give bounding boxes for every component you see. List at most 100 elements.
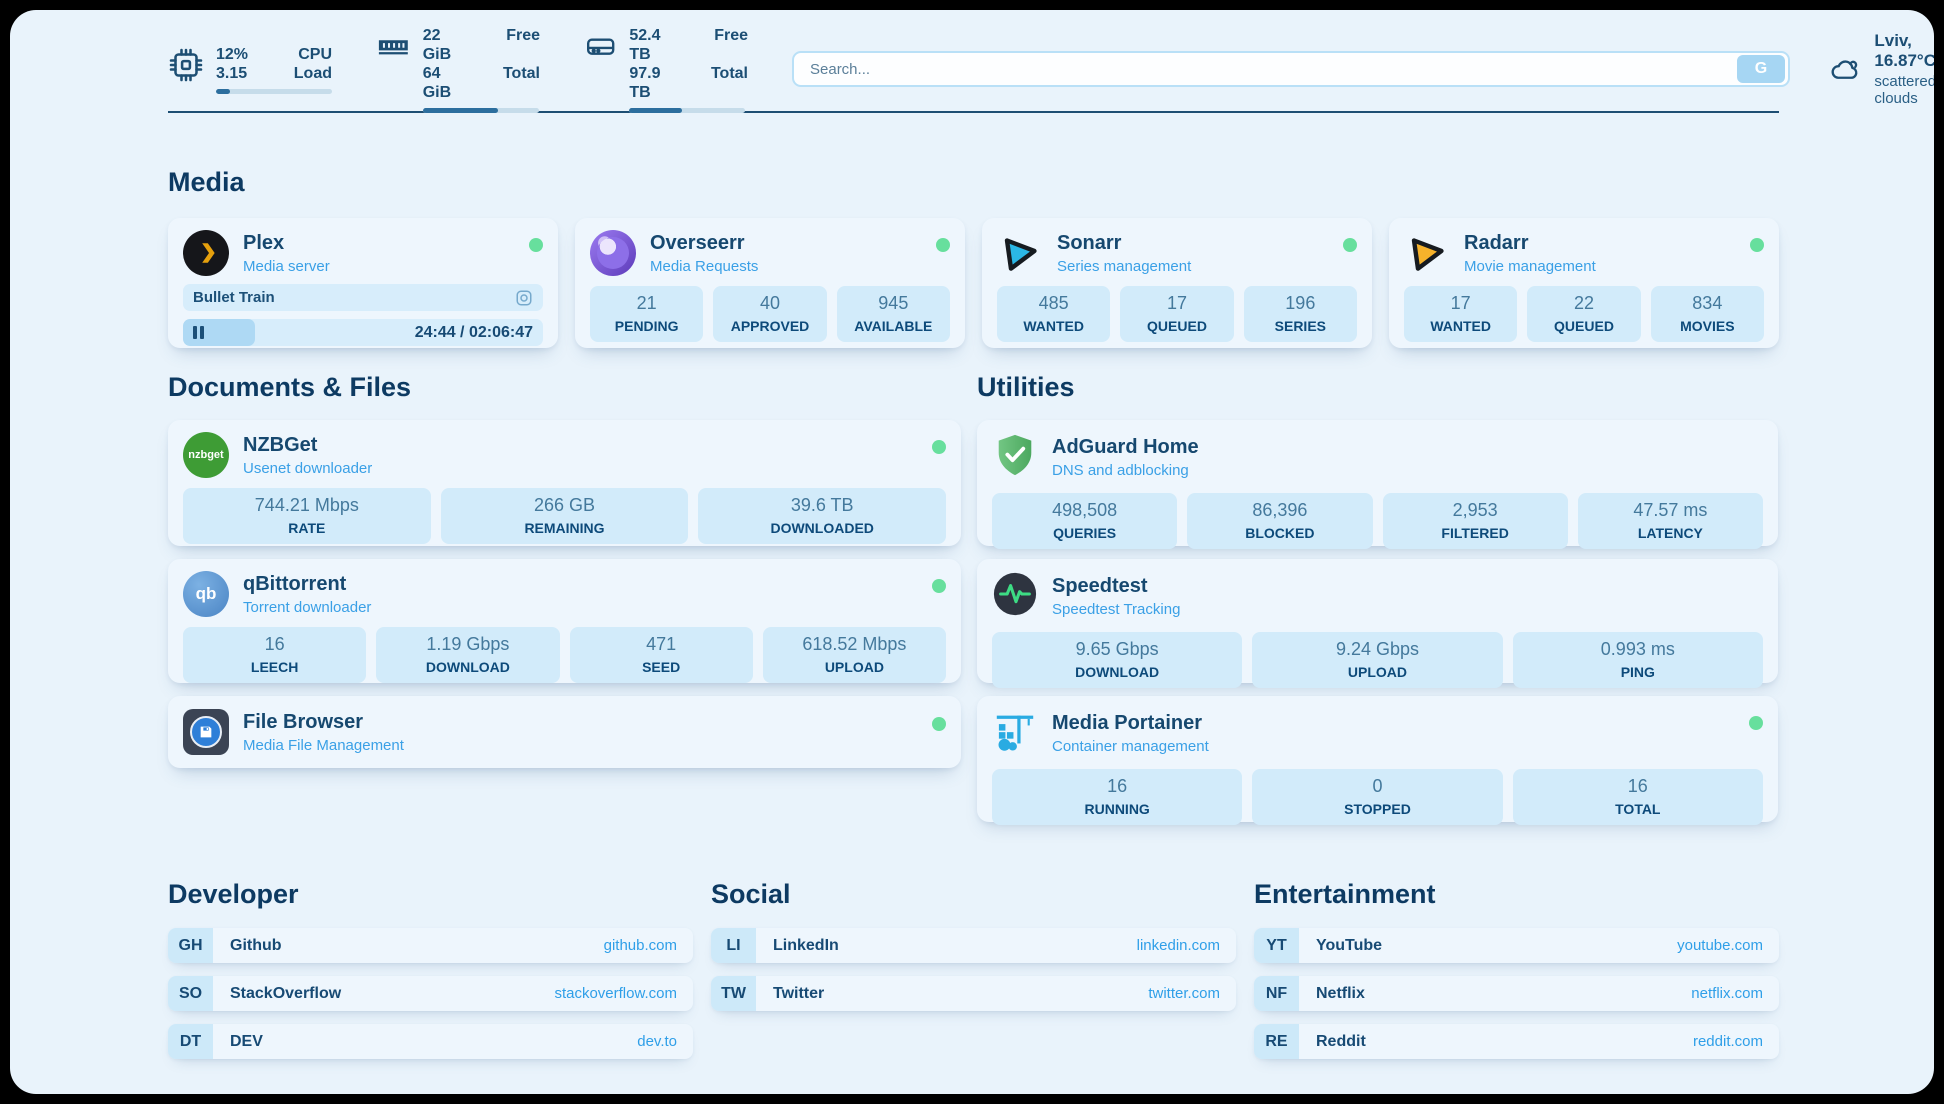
link-row-dev[interactable]: DT DEV dev.to (168, 1024, 693, 1059)
pause-icon[interactable] (193, 326, 204, 339)
stat-label: DOWNLOADED (698, 520, 946, 536)
search-engine-button[interactable]: G (1737, 55, 1785, 83)
link-row-twitter[interactable]: TW Twitter twitter.com (711, 976, 1236, 1011)
link-name: Netflix (1316, 985, 1365, 1003)
link-url[interactable]: dev.to (637, 1033, 677, 1050)
link-row-github[interactable]: GH Github github.com (168, 928, 693, 963)
app-title: Media Portainer (1052, 713, 1209, 733)
stat-label: WANTED (997, 318, 1110, 334)
status-dot (936, 238, 950, 252)
stat-box: 16TOTAL (1513, 769, 1763, 825)
app-subtitle: Media File Management (243, 738, 404, 753)
stat-label: MOVIES (1651, 318, 1764, 334)
app-card-radarr[interactable]: Radarr Movie management 17WANTED 22QUEUE… (1389, 218, 1779, 348)
playback-time: 24:44 / 02:06:47 (415, 324, 533, 342)
app-subtitle: DNS and adblocking (1052, 463, 1199, 478)
link-url[interactable]: github.com (604, 937, 677, 954)
ram-progress-bar (423, 108, 539, 113)
weather-condition: scattered clouds (1874, 73, 1934, 107)
link-name: Twitter (773, 985, 824, 1003)
section-heading-social: Social (711, 879, 1236, 910)
link-row-linkedin[interactable]: LI LinkedIn linkedin.com (711, 928, 1236, 963)
stat-label: PING (1513, 664, 1763, 680)
stat-value: 471 (570, 634, 753, 655)
radarr-icon (1404, 230, 1450, 276)
ram-total-value: 64 GiB (423, 64, 469, 102)
stat-box: 21PENDING (590, 286, 703, 342)
app-card-portainer[interactable]: Media Portainer Container management 16R… (977, 696, 1778, 822)
status-dot (932, 579, 946, 593)
app-card-speedtest[interactable]: Speedtest Speedtest Tracking 9.65 GbpsDO… (977, 559, 1778, 683)
link-url[interactable]: stackoverflow.com (554, 985, 677, 1002)
stat-box: 744.21 MbpsRATE (183, 488, 431, 544)
stat-label: RUNNING (992, 801, 1242, 817)
app-subtitle: Media Requests (650, 259, 758, 274)
section-media: Media Plex Media server Bullet Train (168, 167, 1779, 348)
cpu-percent: 12% (216, 45, 248, 64)
search-input[interactable] (794, 61, 1737, 78)
app-title: File Browser (243, 712, 404, 732)
weather-location-temp: Lviv, 16.87°C (1874, 31, 1934, 71)
link-row-youtube[interactable]: YT YouTube youtube.com (1254, 928, 1779, 963)
link-badge: GH (168, 928, 213, 963)
stat-value: 0.993 ms (1513, 639, 1763, 660)
app-card-overseerr[interactable]: Overseerr Media Requests 21PENDING 40APP… (575, 218, 965, 348)
cpu-progress-bar (216, 89, 332, 94)
app-title: NZBGet (243, 435, 372, 455)
status-dot (1343, 238, 1357, 252)
stat-value: 22 (1527, 293, 1640, 314)
app-subtitle: Usenet downloader (243, 461, 372, 476)
nzbget-icon: nzbget (183, 432, 229, 478)
stat-label: DOWNLOAD (992, 664, 1242, 680)
section-heading-utilities: Utilities (977, 372, 1778, 403)
now-playing-title: Bullet Train (193, 289, 275, 306)
stat-value: 86,396 (1187, 500, 1372, 521)
link-url[interactable]: youtube.com (1677, 937, 1763, 954)
link-url[interactable]: linkedin.com (1137, 937, 1220, 954)
cpu-chip-icon (168, 47, 204, 83)
ram-free-value: 22 GiB (423, 26, 473, 64)
link-name: Github (230, 937, 282, 955)
adguard-icon (992, 432, 1038, 483)
app-subtitle: Container management (1052, 739, 1209, 754)
stat-label: REMAINING (441, 520, 689, 536)
stat-label: QUEUED (1120, 318, 1233, 334)
stat-value: 9.65 Gbps (992, 639, 1242, 660)
status-dot (932, 440, 946, 454)
app-title: Speedtest (1052, 576, 1180, 596)
stat-box: 47.57 msLATENCY (1578, 493, 1763, 549)
link-badge: LI (711, 928, 756, 963)
stat-box: 16RUNNING (992, 769, 1242, 825)
stat-label: PENDING (590, 318, 703, 334)
disk-progress-bar (629, 108, 745, 113)
stat-value: 618.52 Mbps (763, 634, 946, 655)
stat-value: 485 (997, 293, 1110, 314)
app-card-nzbget[interactable]: nzbget NZBGet Usenet downloader 744.21 M… (168, 420, 961, 546)
app-card-qbittorrent[interactable]: qb qBittorrent Torrent downloader 16LEEC… (168, 559, 961, 683)
link-badge: YT (1254, 928, 1299, 963)
overseerr-icon (590, 230, 636, 276)
stat-box: 471 SEED (570, 627, 753, 683)
link-badge: DT (168, 1024, 213, 1059)
session-type-icon (515, 289, 533, 307)
app-card-filebrowser[interactable]: File Browser Media File Management (168, 696, 961, 768)
app-subtitle: Media server (243, 259, 330, 274)
app-title: Radarr (1464, 233, 1596, 253)
link-row-stackoverflow[interactable]: SO StackOverflow stackoverflow.com (168, 976, 693, 1011)
link-name: YouTube (1316, 937, 1382, 955)
link-url[interactable]: twitter.com (1148, 985, 1220, 1002)
link-url[interactable]: reddit.com (1693, 1033, 1763, 1050)
stat-box: 9.65 Gbps DOWNLOAD (992, 632, 1242, 688)
link-row-netflix[interactable]: NF Netflix netflix.com (1254, 976, 1779, 1011)
stat-value: 9.24 Gbps (1252, 639, 1502, 660)
app-card-sonarr[interactable]: Sonarr Series management 485WANTED 17QUE… (982, 218, 1372, 348)
stat-box: 17WANTED (1404, 286, 1517, 342)
stat-label: SEED (570, 659, 753, 675)
app-card-adguard[interactable]: AdGuard Home DNS and adblocking 498,508Q… (977, 420, 1778, 546)
stat-value: 47.57 ms (1578, 500, 1763, 521)
link-url[interactable]: netflix.com (1691, 985, 1763, 1002)
link-row-reddit[interactable]: RE Reddit reddit.com (1254, 1024, 1779, 1059)
stat-value: 744.21 Mbps (183, 495, 431, 516)
app-card-plex[interactable]: Plex Media server Bullet Train (168, 218, 558, 348)
stat-value: 16 (183, 634, 366, 655)
